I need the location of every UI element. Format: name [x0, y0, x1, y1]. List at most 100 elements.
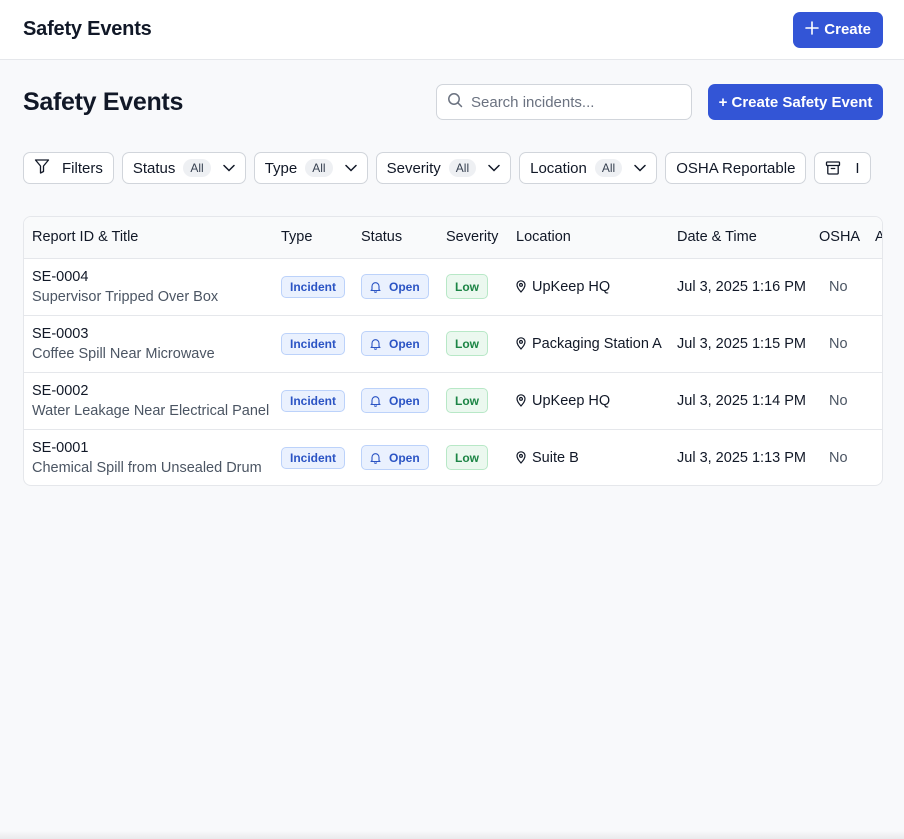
- search-input[interactable]: [471, 93, 671, 111]
- status-badge: Open: [361, 388, 429, 413]
- severity-filter[interactable]: Severity All: [375, 152, 512, 184]
- severity-badge: Low: [446, 388, 488, 413]
- status-text: Open: [389, 393, 420, 408]
- location-cell: UpKeep HQ: [508, 372, 669, 430]
- chevron-down-icon: [488, 164, 500, 172]
- location-cell: Suite B: [508, 429, 669, 485]
- severity-cell: Low: [438, 429, 508, 485]
- column-header[interactable]: Severity: [438, 217, 508, 259]
- status-cell: Open: [353, 258, 438, 316]
- table-row[interactable]: SE-0001 Chemical Spill from Unsealed Drum…: [24, 429, 882, 485]
- page-header: Safety Events + Create Safety Event: [23, 84, 883, 120]
- plus-icon: [805, 19, 819, 39]
- type-cell: Incident: [273, 315, 353, 373]
- severity-cell: Low: [438, 372, 508, 430]
- filters-label: Filters: [62, 159, 103, 177]
- events-table: Report ID & Title Type Status Severity L…: [23, 216, 883, 486]
- severity-cell: Low: [438, 258, 508, 316]
- type-badge: Incident: [281, 332, 346, 355]
- column-header[interactable]: Date & Time: [669, 217, 811, 259]
- report-id: SE-0004: [32, 268, 89, 285]
- create-button[interactable]: Create: [793, 11, 883, 48]
- type-filter-value: All: [305, 159, 333, 177]
- report-id: SE-0001: [32, 439, 89, 456]
- column-header[interactable]: Status: [353, 217, 438, 259]
- report-title: Water Leakage Near Electrical Panel: [32, 402, 270, 419]
- osha-cell: No: [811, 372, 867, 430]
- map-pin-icon: [516, 280, 526, 293]
- chevron-down-icon: [222, 164, 235, 172]
- osha-reportable-label: OSHA Reportable: [676, 159, 796, 177]
- extra-cell: [867, 372, 882, 430]
- type-cell: Incident: [273, 429, 353, 485]
- column-header[interactable]: Report ID & Title: [24, 217, 273, 259]
- location-text: UpKeep HQ: [532, 392, 611, 409]
- bottom-edge: [0, 831, 904, 839]
- chevron-down-icon: [634, 164, 646, 172]
- column-header[interactable]: Location: [508, 217, 669, 259]
- type-filter-label: Type: [264, 159, 298, 177]
- severity-badge: Low: [446, 274, 488, 299]
- archive-icon: [825, 160, 841, 176]
- column-header[interactable]: Type: [273, 217, 353, 259]
- bell-icon: [370, 338, 381, 350]
- create-safety-event-button[interactable]: + Create Safety Event: [708, 84, 883, 120]
- filter-icon: [34, 158, 62, 178]
- status-filter[interactable]: Status All: [121, 152, 246, 184]
- search-icon: [447, 92, 463, 113]
- type-cell: Incident: [273, 372, 353, 430]
- report-cell: SE-0001 Chemical Spill from Unsealed Drum: [24, 429, 273, 485]
- status-text: Open: [389, 450, 420, 465]
- severity-badge: Low: [446, 445, 488, 471]
- filters-button[interactable]: Filters: [23, 152, 114, 184]
- status-badge: Open: [361, 274, 429, 299]
- osha-reportable-toggle[interactable]: OSHA Reportable: [665, 152, 807, 184]
- bell-icon: [370, 395, 381, 407]
- bell-icon: [370, 281, 381, 293]
- location-text: UpKeep HQ: [532, 278, 611, 295]
- create-button-label: Create: [824, 21, 871, 38]
- report-id: SE-0003: [32, 325, 89, 342]
- page-title: Safety Events: [23, 87, 184, 116]
- location-text: Packaging Station A: [532, 335, 662, 352]
- table-row[interactable]: SE-0004 Supervisor Tripped Over Box Incid…: [24, 258, 882, 316]
- top-bar: Safety Events Create: [0, 0, 904, 60]
- archived-label: I: [855, 159, 860, 177]
- severity-badge: Low: [446, 331, 488, 356]
- location-cell: Packaging Station A: [508, 315, 669, 373]
- map-pin-icon: [516, 337, 526, 350]
- location-filter[interactable]: Location All: [519, 152, 658, 184]
- severity-cell: Low: [438, 315, 508, 373]
- report-cell: SE-0002 Water Leakage Near Electrical Pan…: [24, 372, 273, 430]
- app-title: Safety Events: [23, 18, 152, 40]
- archived-toggle[interactable]: I: [814, 152, 871, 184]
- status-filter-label: Status: [132, 159, 176, 177]
- column-header[interactable]: A: [867, 217, 882, 259]
- severity-filter-label: Severity: [386, 159, 441, 177]
- report-id: SE-0002: [32, 382, 89, 399]
- report-cell: SE-0004 Supervisor Tripped Over Box: [24, 258, 273, 316]
- datetime-cell: Jul 3, 2025 1:15 PM: [669, 315, 811, 373]
- status-badge: Open: [361, 331, 429, 356]
- report-title: Chemical Spill from Unsealed Drum: [32, 459, 262, 476]
- table-row[interactable]: SE-0002 Water Leakage Near Electrical Pan…: [24, 372, 882, 430]
- osha-cell: No: [829, 449, 848, 466]
- table-row[interactable]: SE-0003 Coffee Spill Near Microwave Incid…: [24, 315, 882, 373]
- extra-cell: [867, 429, 882, 485]
- column-header[interactable]: OSHA: [811, 217, 867, 259]
- location-filter-value: All: [594, 159, 623, 177]
- status-cell: Open: [353, 315, 438, 373]
- header-actions: + Create Safety Event: [436, 84, 883, 120]
- search-box[interactable]: [436, 84, 692, 120]
- report-title: Coffee Spill Near Microwave: [32, 345, 215, 362]
- type-filter[interactable]: Type All: [253, 152, 368, 184]
- datetime-cell: Jul 3, 2025 1:14 PM: [669, 372, 811, 430]
- location-cell: UpKeep HQ: [508, 258, 669, 316]
- status-text: Open: [389, 336, 420, 351]
- report-title: Supervisor Tripped Over Box: [32, 288, 219, 305]
- bell-icon: [370, 452, 381, 464]
- status-cell: Open: [353, 429, 438, 485]
- status-text: Open: [389, 279, 420, 294]
- extra-cell: [867, 315, 882, 373]
- datetime-cell: Jul 3, 2025 1:13 PM: [677, 449, 806, 466]
